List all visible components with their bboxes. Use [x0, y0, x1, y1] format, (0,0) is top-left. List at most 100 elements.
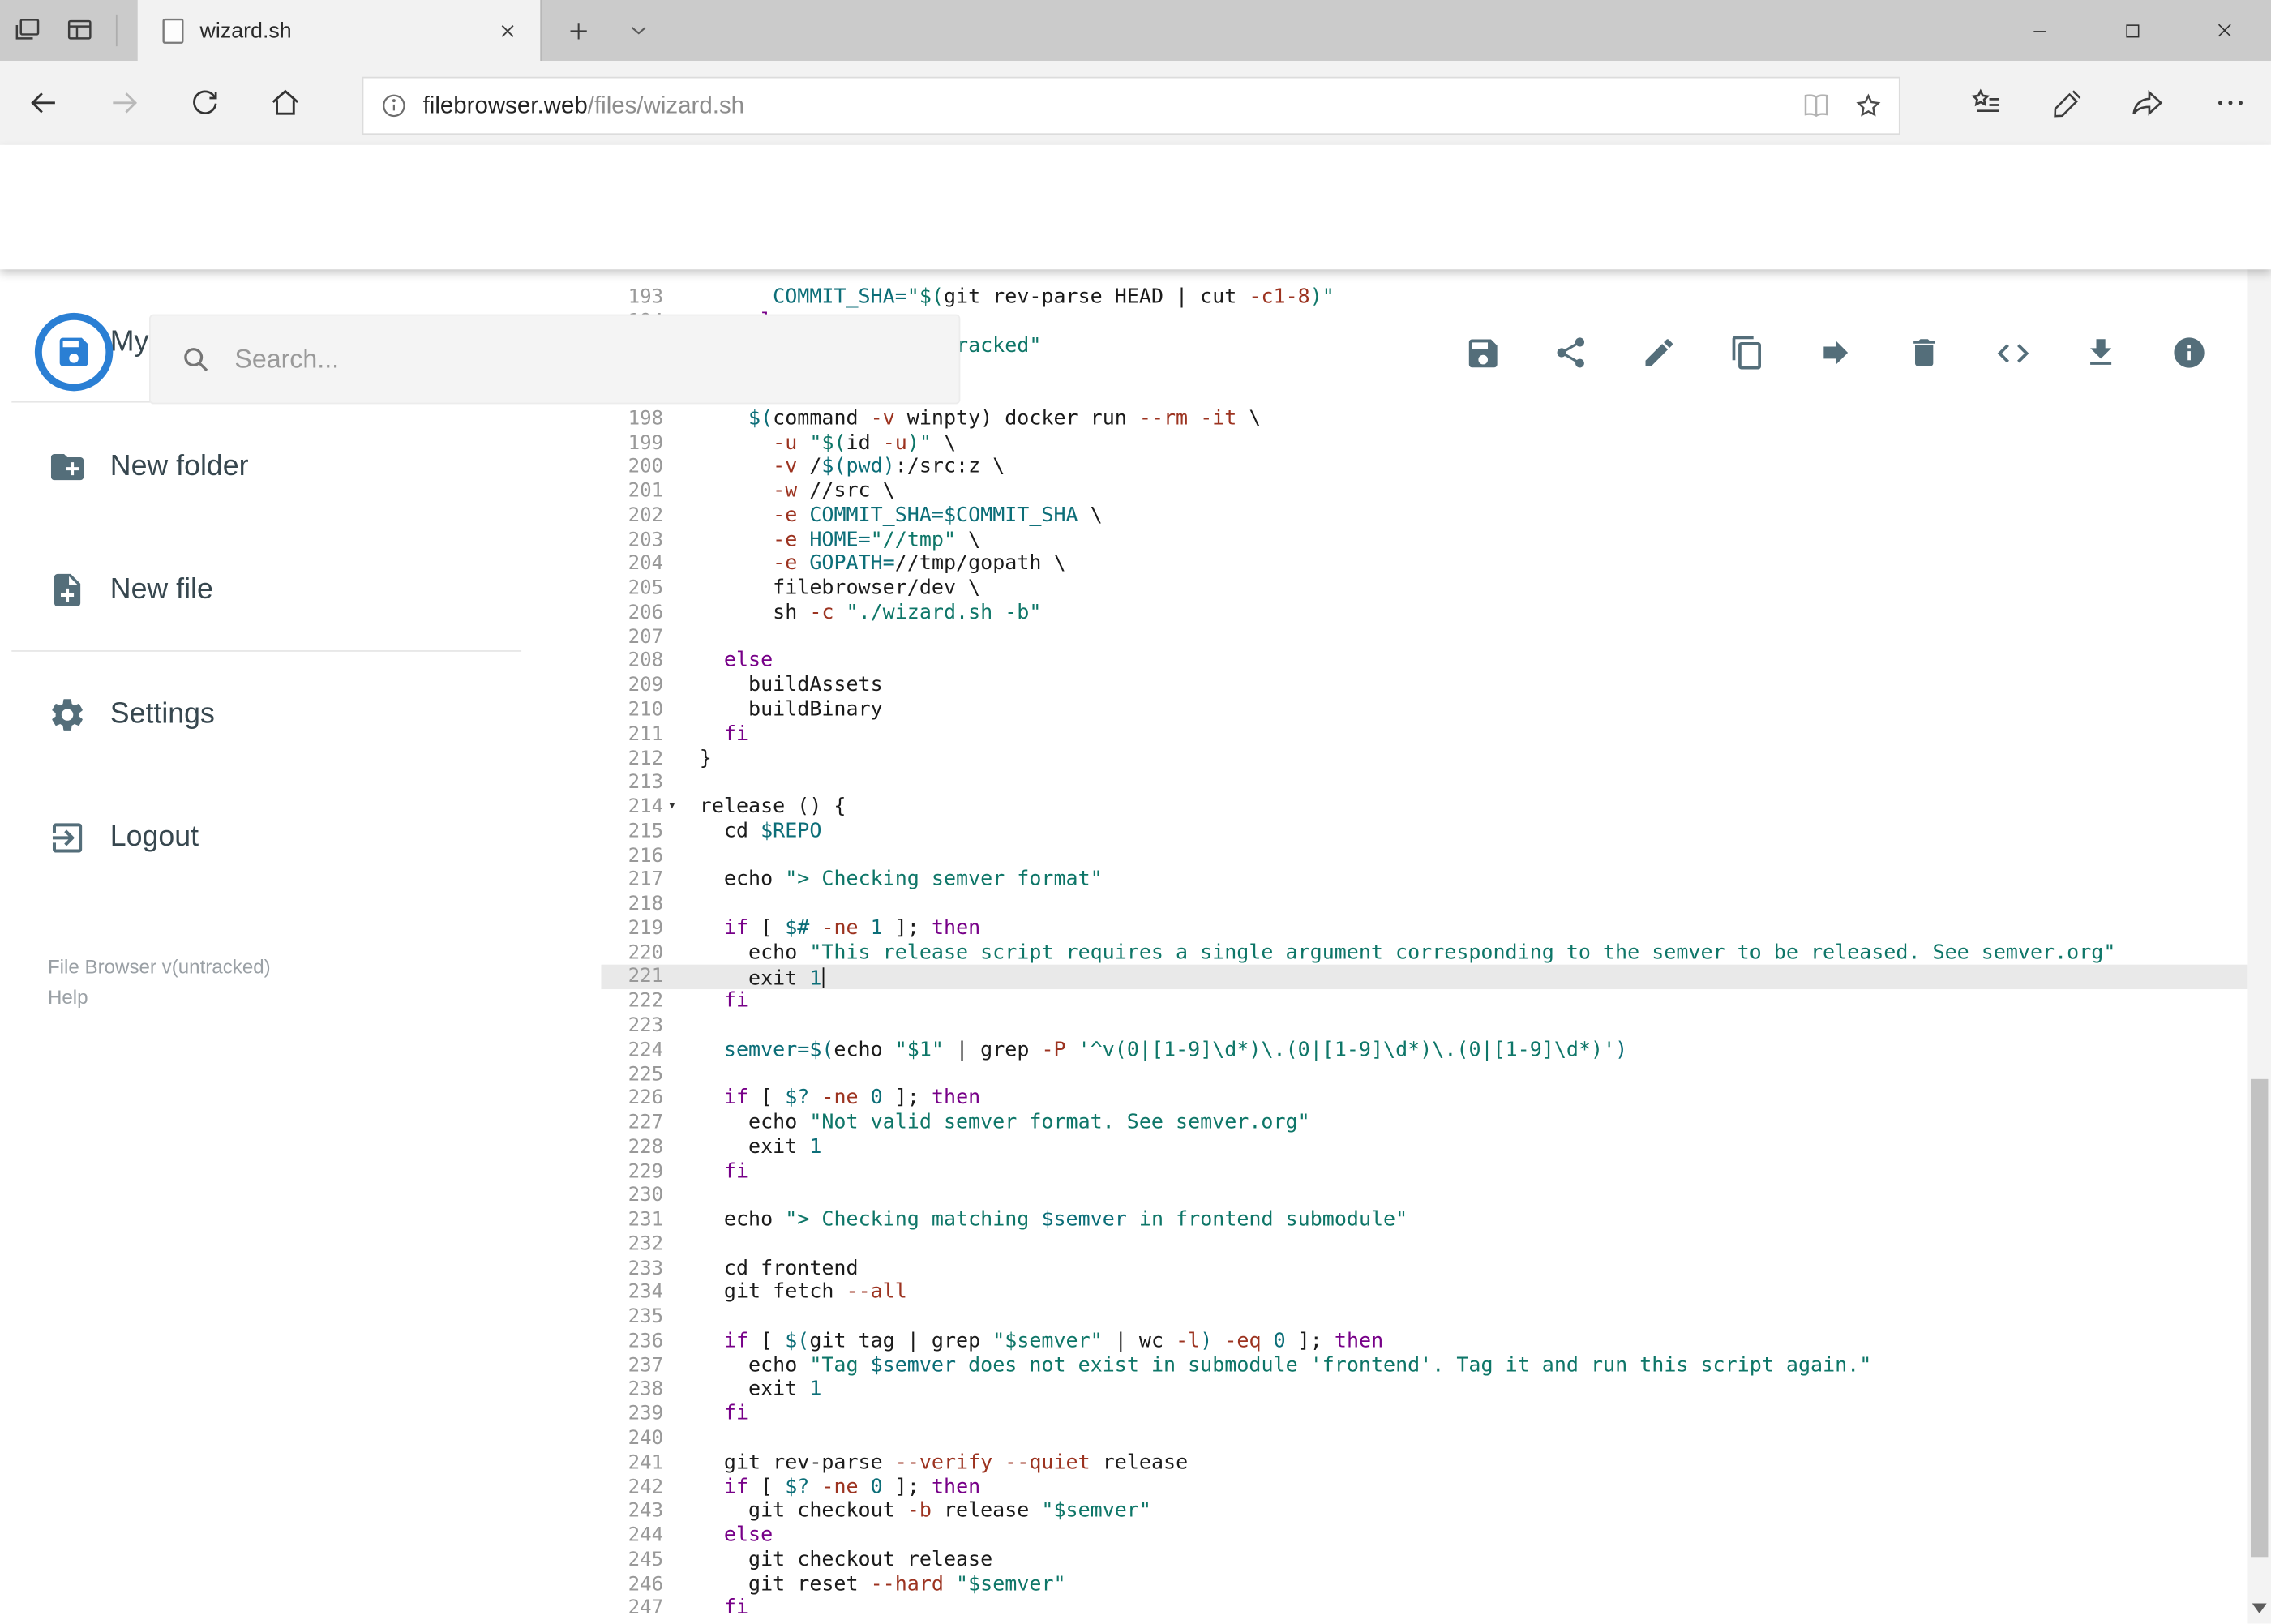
scrollbar-thumb[interactable]: [2250, 1078, 2269, 1558]
code-line[interactable]: 215 cd $REPO: [601, 820, 2247, 844]
code-line[interactable]: 241 git rev-parse --verify --quiet relea…: [601, 1450, 2247, 1475]
code-line[interactable]: 235: [601, 1305, 2247, 1330]
code-line[interactable]: 239 fi: [601, 1403, 2247, 1427]
window-minimize-button[interactable]: [1993, 0, 2085, 61]
chevron-down-icon[interactable]: [614, 0, 663, 61]
home-button[interactable]: [256, 77, 314, 129]
site-info-icon[interactable]: [379, 92, 409, 121]
code-line[interactable]: 219 if [ $# -ne 1 ]; then: [601, 917, 2247, 941]
tab-close-icon[interactable]: [491, 15, 523, 46]
code-line[interactable]: 210 buildBinary: [601, 698, 2247, 722]
code-line[interactable]: 226 if [ $? -ne 0 ]; then: [601, 1086, 2247, 1111]
code-line[interactable]: 205 filebrowser/dev \: [601, 576, 2247, 601]
code-line[interactable]: 227 echo "Not valid semver format. See s…: [601, 1111, 2247, 1135]
web-note-pen-icon[interactable]: [2037, 77, 2095, 129]
code-line[interactable]: 214 ▾ release () {: [601, 795, 2247, 820]
new-tab-button[interactable]: [556, 0, 600, 61]
code-line[interactable]: 244 else: [601, 1523, 2247, 1548]
scroll-down-arrow-icon[interactable]: [2252, 1603, 2267, 1613]
code-line[interactable]: 218: [601, 893, 2247, 917]
url-path: /files/wizard.sh: [587, 92, 745, 118]
code-line[interactable]: 221 exit 1: [601, 965, 2248, 992]
code-line[interactable]: 204 -e GOPATH=//tmp/gopath \: [601, 552, 2247, 576]
code-line[interactable]: 213: [601, 771, 2247, 795]
trash-icon: [1913, 339, 1935, 366]
code-line[interactable]: 242 if [ $? -ne 0 ]; then: [601, 1475, 2247, 1499]
info-button[interactable]: [2170, 333, 2209, 372]
sidebar-item-settings[interactable]: Settings: [0, 678, 580, 750]
line-number: 206: [628, 601, 664, 624]
back-button[interactable]: [15, 77, 72, 129]
code-line[interactable]: 246 git reset --hard "$semver": [601, 1572, 2247, 1596]
code-line[interactable]: 236 if [ $(git tag | grep "$semver" | wc…: [601, 1330, 2247, 1354]
code-line[interactable]: 207: [601, 625, 2247, 649]
code-line[interactable]: 230: [601, 1184, 2247, 1208]
window-maximize-button[interactable]: [2085, 0, 2178, 61]
code-line[interactable]: 212}: [601, 747, 2247, 771]
hub-favorites-icon[interactable]: [1956, 77, 2014, 129]
download-button[interactable]: [2081, 333, 2120, 372]
forward-button[interactable]: [96, 77, 153, 129]
favorite-star-icon[interactable]: [1847, 84, 1891, 128]
search-input[interactable]: [231, 342, 959, 376]
code-line[interactable]: 222 fi: [601, 989, 2247, 1013]
code-line[interactable]: 225: [601, 1062, 2247, 1086]
search-box[interactable]: [148, 314, 961, 405]
address-bar[interactable]: filebrowser.web/files/wizard.sh: [362, 76, 1900, 135]
delete-button[interactable]: [1905, 333, 1943, 372]
code-line[interactable]: 224 semver=$(echo "$1" | grep -P '^v(0|[…: [601, 1038, 2247, 1062]
code-line[interactable]: 198 $(command -v winpty) docker run --rm…: [601, 407, 2247, 431]
code-line[interactable]: 231 echo "> Checking matching $semver in…: [601, 1208, 2247, 1232]
sidebar-item-new-folder[interactable]: New folder: [0, 431, 580, 503]
code-line[interactable]: 229 fi: [601, 1159, 2247, 1184]
code-line[interactable]: 211 fi: [601, 722, 2247, 747]
code-line[interactable]: 228 exit 1: [601, 1135, 2247, 1159]
code-line[interactable]: 232: [601, 1232, 2247, 1257]
vertical-scrollbar[interactable]: [2247, 144, 2271, 1624]
tabs-preview-icon[interactable]: [64, 15, 96, 46]
code-line[interactable]: 216: [601, 844, 2247, 868]
code-line[interactable]: 220 echo "This release script requires a…: [601, 941, 2247, 966]
fold-arrow-icon[interactable]: ▾: [668, 795, 677, 820]
code-line[interactable]: 203 -e HOME="//tmp" \: [601, 528, 2247, 552]
code-line[interactable]: 202 -e COMMIT_SHA=$COMMIT_SHA \: [601, 503, 2247, 528]
browser-tab[interactable]: wizard.sh: [137, 0, 542, 62]
code-line[interactable]: 243 git checkout -b release "$semver": [601, 1499, 2247, 1523]
code-line[interactable]: 208 else: [601, 649, 2247, 674]
url-text[interactable]: filebrowser.web/files/wizard.sh: [423, 92, 1795, 119]
code-line[interactable]: 233 cd frontend: [601, 1257, 2247, 1281]
code-line[interactable]: 234 git fetch --all: [601, 1281, 2247, 1305]
code-line[interactable]: 238 exit 1: [601, 1378, 2247, 1403]
share-page-icon[interactable]: [2119, 77, 2176, 129]
code-line[interactable]: 217 echo "> Checking semver format": [601, 868, 2247, 893]
share-button[interactable]: [1551, 333, 1590, 372]
tabs-set-aside-icon[interactable]: [11, 15, 43, 46]
reading-view-icon[interactable]: [1794, 84, 1838, 128]
filebrowser-logo[interactable]: [34, 312, 114, 392]
code-line[interactable]: 247 fi: [601, 1596, 2247, 1621]
code-line[interactable]: 200 -v /$(pwd):/src:z \: [601, 456, 2247, 480]
copy-button[interactable]: [1728, 333, 1767, 372]
code-line[interactable]: 237 echo "Tag $semver does not exist in …: [601, 1354, 2247, 1378]
code-line[interactable]: 206 sh -c "./wizard.sh -b": [601, 601, 2247, 625]
help-link[interactable]: Help: [48, 987, 88, 1009]
sidebar-item-logout[interactable]: Logout: [0, 801, 580, 873]
code-editor[interactable]: 193 COMMIT_SHA="$(git rev-parse HEAD | c…: [601, 269, 2248, 1624]
code-line[interactable]: 193 COMMIT_SHA="$(git rev-parse HEAD | c…: [601, 285, 2247, 310]
code-line[interactable]: 209 buildAssets: [601, 674, 2247, 698]
code-line[interactable]: 245 git checkout release: [601, 1548, 2247, 1572]
move-button[interactable]: [1816, 333, 1855, 372]
more-options-icon[interactable]: [2201, 77, 2259, 129]
code-line[interactable]: 199 -u "$(id -u)" \: [601, 431, 2247, 456]
code-line[interactable]: 240: [601, 1427, 2247, 1451]
sidebar-item-new-file[interactable]: New file: [0, 553, 580, 625]
code-line[interactable]: 223: [601, 1013, 2247, 1038]
code-line[interactable]: 201 -w //src \: [601, 480, 2247, 504]
save-icon: [1468, 338, 1497, 367]
window-close-button[interactable]: [2179, 0, 2271, 61]
line-number: 216: [628, 843, 664, 868]
refresh-button[interactable]: [175, 77, 233, 129]
save-button[interactable]: [1463, 333, 1502, 372]
code-view-button[interactable]: [1993, 333, 2032, 372]
edit-button[interactable]: [1639, 333, 1678, 372]
